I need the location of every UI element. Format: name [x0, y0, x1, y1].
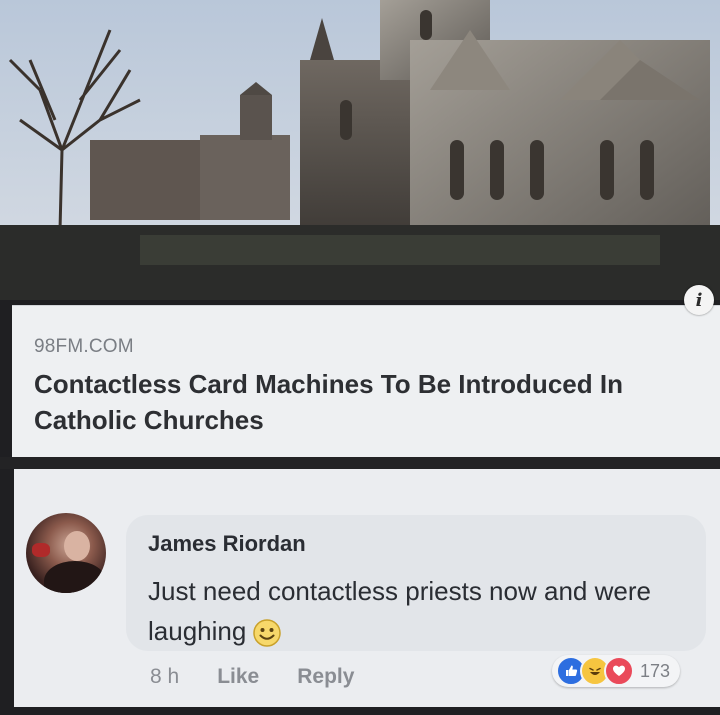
reactions-summary[interactable]: 173	[552, 655, 681, 687]
facebook-post-screenshot: i 98FM.COM Contactless Card Machines To …	[0, 0, 720, 715]
love-reaction-icon	[604, 656, 634, 686]
avatar[interactable]	[26, 513, 106, 593]
comment-bubble: James Riordan Just need contactless prie…	[126, 515, 706, 651]
reaction-count: 173	[640, 660, 671, 681]
reply-button[interactable]: Reply	[297, 665, 354, 689]
avatar-shoulder	[44, 561, 106, 593]
link-domain: 98FM.COM	[34, 336, 134, 357]
post-divider	[0, 457, 720, 469]
comment-author[interactable]: James Riordan	[148, 531, 306, 557]
link-preview-card[interactable]: 98FM.COM Contactless Card Machines To Be…	[12, 305, 720, 458]
comment-actions: 8 h Like Reply	[150, 665, 354, 689]
link-headline[interactable]: Contactless Card Machines To Be Introduc…	[34, 366, 704, 438]
avatar-face	[64, 531, 90, 561]
comment-timestamp[interactable]: 8 h	[150, 665, 179, 689]
smiling-face-emoji-icon	[253, 619, 282, 647]
comment-section: James Riordan Just need contactless prie…	[14, 469, 720, 707]
cathedral-photo	[0, 0, 720, 300]
link-preview-image[interactable]	[0, 0, 720, 300]
info-icon[interactable]: i	[684, 285, 714, 315]
comment-text-wrapper: Just need contactless priests now and we…	[148, 571, 688, 651]
comment-text: Just need contactless priests now and we…	[148, 576, 651, 646]
like-button[interactable]: Like	[217, 665, 259, 689]
avatar-accent	[32, 543, 50, 557]
